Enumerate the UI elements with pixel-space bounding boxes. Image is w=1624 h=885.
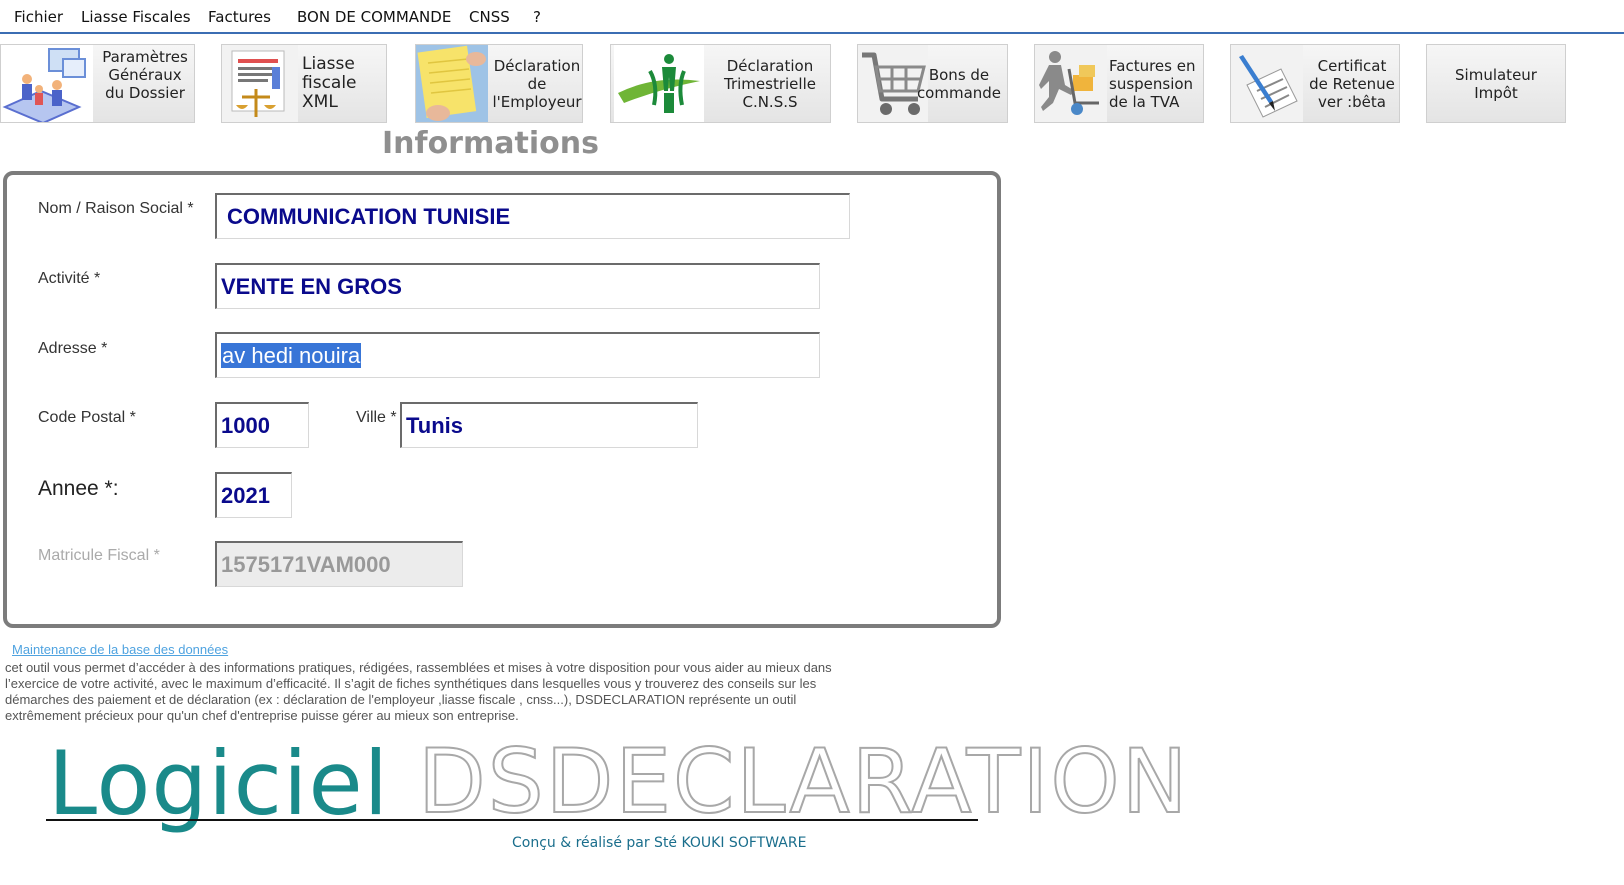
toolbar-bons-commande-label: Bons de commande [916,66,1002,102]
toolbar-bons-commande-button[interactable]: Bons de commande [857,44,1008,123]
logo-underline [46,819,978,821]
toolbar-simulateur-button[interactable]: Simulateur Impôt [1426,44,1566,123]
toolbar-declaration-employeur-label: Déclaration de l'Employeur [492,57,582,111]
ville-label: Ville * [356,409,397,426]
toolbar-cnss-label: Déclaration Trimestrielle C.N.S.S [724,57,816,111]
toolbar-certificat-button[interactable]: Certificat de Retenue ver :bêta [1230,44,1400,123]
nom-label: Nom / Raison Social * [38,200,194,217]
menu-help[interactable]: ? [533,8,541,26]
toolbar-certificat-label: Certificat de Retenue ver :bêta [1309,57,1395,111]
activite-input[interactable]: VENTE EN GROS [215,263,820,309]
info-form-panel: Nom / Raison Social * COMMUNICATION TUNI… [3,171,1001,628]
matricule-label: Matricule Fiscal * [38,547,160,564]
toolbar-parametres-button[interactable]: Paramètres Généraux du Dossier [0,44,195,123]
delivery-trolley-icon [1035,45,1107,122]
menu-bon-de-commande[interactable]: BON DE COMMANDE [297,8,451,26]
team-dashboard-icon [1,45,93,122]
toolbar-liasse-button[interactable]: Liasse fiscale XML [221,44,387,123]
section-title: Informations [382,126,599,161]
menu-fichier[interactable]: Fichier [14,8,63,26]
toolbar-factures-suspension-label: Factures en suspension de la TVA [1109,57,1196,111]
logo-word-dsdeclaration: DSDECLARATION [417,729,1190,834]
description-text: cet outil vous permet d’accéder à des in… [5,660,832,723]
balance-document-icon [222,45,298,122]
annee-label: Annee *: [38,477,119,500]
app-window: Fichier Liasse Fiscales Factures BON DE … [0,0,1624,885]
adresse-input[interactable]: av hedi nouira [215,332,820,378]
pen-certificate-icon [1231,45,1303,122]
notepad-hand-icon [416,45,488,122]
menu-cnss[interactable]: CNSS [469,8,510,26]
toolbar-declaration-employeur-button[interactable]: Déclaration de l'Employeur [415,44,583,123]
menu-liasse-fiscales[interactable]: Liasse Fiscales [81,8,191,26]
code-postal-label: Code Postal * [38,409,136,426]
ville-input[interactable]: Tunis [400,402,698,448]
matricule-fiscal-input: 1575171VAM000 [215,541,463,587]
toolbar-cnss-button[interactable]: Déclaration Trimestrielle C.N.S.S [610,44,831,123]
toolbar-liasse-label: Liasse fiscale XML [302,54,357,112]
activite-label: Activité * [38,270,101,287]
annee-input[interactable]: 2021 [215,472,292,518]
toolbar-parametres-label: Paramètres Généraux du Dossier [102,48,188,102]
adresse-label: Adresse * [38,340,108,357]
toolbar-simulateur-label: Simulateur Impôt [1455,66,1537,102]
cnss-logo-icon [614,45,704,122]
toolbar-factures-suspension-button[interactable]: Factures en suspension de la TVA [1034,44,1204,123]
code-postal-input[interactable]: 1000 [215,402,309,448]
credit-text: Conçu & réalisé par Sté KOUKI SOFTWARE [512,835,807,851]
adresse-selected-text: av hedi nouira [221,343,362,368]
maintenance-link[interactable]: Maintenance de la base des données [12,642,228,657]
menu-bar: Fichier Liasse Fiscales Factures BON DE … [0,0,1624,34]
menu-factures[interactable]: Factures [208,8,271,26]
nom-raison-social-input[interactable]: COMMUNICATION TUNISIE [215,193,850,239]
